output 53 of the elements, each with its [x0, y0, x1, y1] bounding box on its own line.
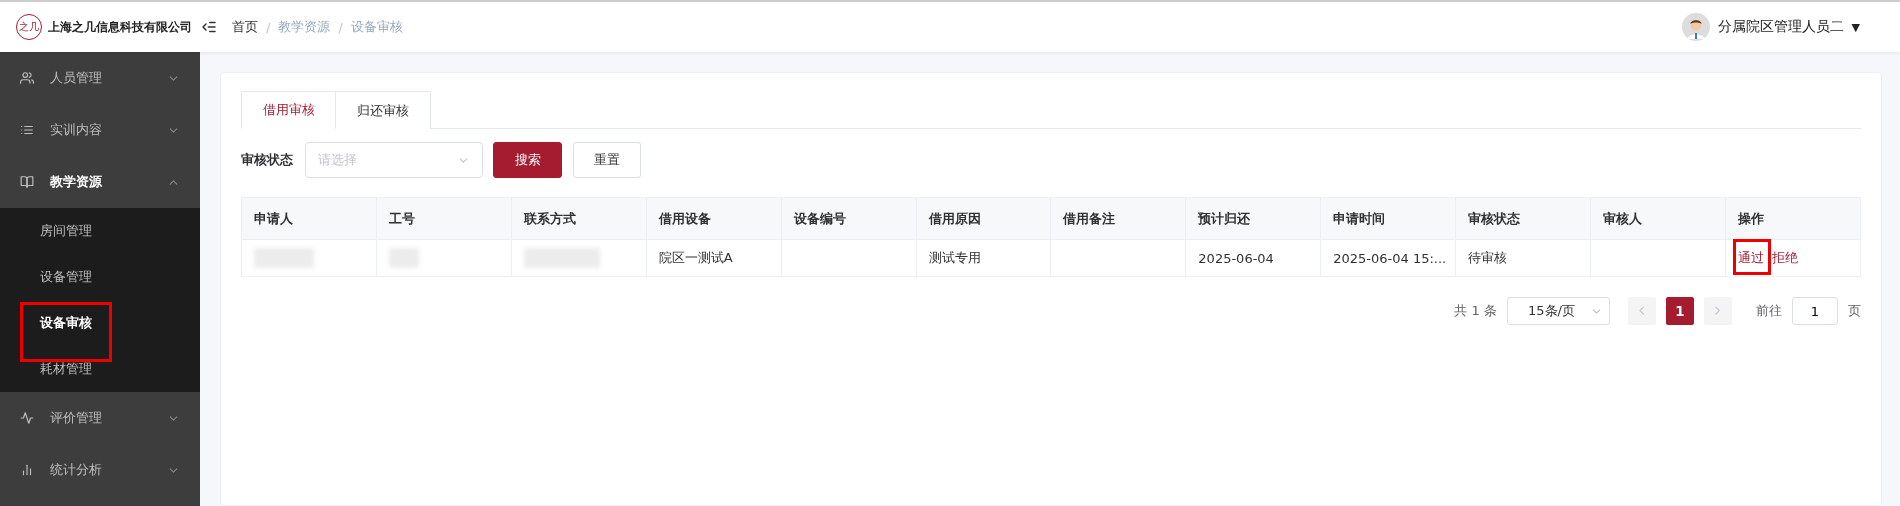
tab[interactable]: 归还审核	[336, 91, 431, 129]
filter-label: 审核状态	[241, 151, 293, 169]
table-cell: 2025-06-04	[1185, 239, 1321, 277]
column-header: 预计归还	[1185, 197, 1321, 240]
breadcrumb-separator: /	[338, 19, 343, 35]
table-cell: 测试专用	[916, 239, 1051, 277]
column-header: 审核人	[1590, 197, 1726, 240]
column-header: 联系方式	[511, 197, 647, 240]
column-header: 借用备注	[1050, 197, 1186, 240]
breadcrumb-separator: /	[266, 19, 271, 35]
table-cell: 待审核	[1455, 239, 1591, 277]
page-size-select[interactable]: 15条/页	[1507, 297, 1610, 325]
menu-item[interactable]: 教学资源	[0, 156, 200, 208]
approve-link[interactable]: 通过	[1737, 250, 1764, 265]
next-page-button[interactable]	[1704, 297, 1732, 325]
column-header: 审核状态	[1455, 197, 1591, 240]
table-cell: 院区一测试A	[646, 239, 782, 277]
page-suffix: 页	[1848, 302, 1861, 320]
menu-item[interactable]: 人员管理	[0, 52, 200, 104]
caret-icon: ▼	[1851, 20, 1860, 34]
column-header: 申请时间	[1320, 197, 1456, 240]
user-menu[interactable]: 分属院区管理人员二	[1717, 18, 1844, 36]
column-header: 设备编号	[781, 197, 917, 240]
users-icon	[20, 71, 34, 85]
book-icon	[20, 175, 34, 189]
list-icon	[20, 123, 34, 137]
menu-item[interactable]: 统计分析	[0, 444, 200, 496]
column-header: 借用设备	[646, 197, 782, 240]
menu-item[interactable]: 评价管理	[0, 392, 200, 444]
submenu-item[interactable]: 房间管理	[0, 208, 200, 254]
prev-page-button[interactable]	[1628, 297, 1656, 325]
breadcrumb-link[interactable]: 首页	[232, 18, 258, 36]
goto-label: 前往	[1756, 302, 1782, 320]
submenu-item[interactable]: 设备管理	[0, 254, 200, 300]
avatar-icon	[1681, 13, 1710, 41]
column-header: 操作	[1725, 197, 1861, 240]
submenu-item[interactable]: 耗材管理	[0, 346, 200, 392]
table-cell: 2025-06-04 15:...	[1320, 239, 1456, 277]
search-button[interactable]: 搜索	[493, 142, 562, 178]
page-input[interactable]: 1	[1792, 297, 1838, 325]
chart-icon	[20, 411, 34, 425]
reject-link[interactable]: 拒绝	[1771, 250, 1798, 265]
bar-chart-icon	[20, 463, 34, 477]
total-count: 共 1 条	[1454, 302, 1497, 320]
tab[interactable]: 借用审核	[241, 91, 336, 129]
column-header: 申请人	[241, 197, 377, 240]
company-name: 上海之几信息科技有限公司	[48, 18, 192, 36]
menu-item[interactable]: 实训内容	[0, 104, 200, 156]
page-button[interactable]: 1	[1666, 297, 1694, 325]
column-header: 借用原因	[916, 197, 1051, 240]
submenu-item[interactable]: 设备审核	[0, 300, 200, 346]
reset-button[interactable]: 重置	[573, 142, 641, 178]
column-header: 工号	[376, 197, 512, 240]
